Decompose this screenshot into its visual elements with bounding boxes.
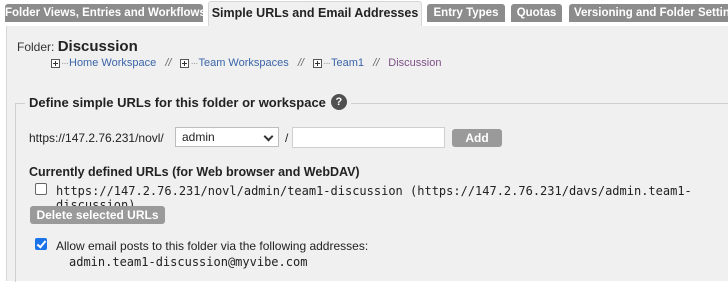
- breadcrumb-team-workspaces[interactable]: Team Workspaces: [198, 57, 288, 69]
- tab-quotas[interactable]: Quotas: [511, 4, 562, 22]
- tab-bar: Folder Views, Entries and Workflows Simp…: [0, 0, 728, 27]
- tab-entry-types[interactable]: Entry Types: [427, 4, 505, 22]
- current-urls-title: Currently defined URLs (for Web browser …: [29, 165, 360, 179]
- simple-urls-legend: Define simple URLs for this folder or wo…: [25, 94, 351, 110]
- chevron-down-icon: [263, 131, 274, 142]
- add-button[interactable]: Add: [452, 129, 502, 147]
- owner-select[interactable]: admin: [175, 127, 279, 147]
- tree-dots-icon: ···: [61, 58, 69, 69]
- breadcrumb-separator: //: [165, 57, 172, 69]
- owner-select-value: admin: [182, 130, 215, 144]
- delete-selected-urls-button[interactable]: Delete selected URLs: [30, 206, 165, 224]
- expand-icon[interactable]: [51, 58, 60, 68]
- folder-heading: Folder: Discussion: [17, 38, 138, 55]
- tab-panel: Folder: Discussion ···Home Workspace // …: [6, 26, 728, 282]
- breadcrumb-separator: //: [373, 57, 380, 69]
- url-prefix: https://147.2.76.231/novl/: [29, 131, 164, 145]
- allow-email-label: Allow email posts to this folder via the…: [56, 239, 369, 253]
- folder-label: Folder:: [17, 40, 55, 54]
- allow-email-checkbox[interactable]: [35, 238, 47, 250]
- tab-simple-urls[interactable]: Simple URLs and Email Addresses: [208, 1, 422, 27]
- tree-dots-icon: ···: [323, 58, 331, 69]
- help-icon[interactable]: ?: [330, 94, 347, 110]
- tree-dots-icon: ···: [190, 58, 198, 69]
- tab-versioning[interactable]: Versioning and Folder Settings: [569, 4, 728, 22]
- url-select-checkbox[interactable]: [35, 183, 47, 195]
- folder-name: Discussion: [57, 38, 138, 55]
- defined-url: https://147.2.76.231/novl/admin/team1-di…: [56, 184, 403, 198]
- breadcrumb-team1[interactable]: Team1: [331, 57, 364, 69]
- checkmark-icon: [36, 238, 47, 249]
- breadcrumb-separator: //: [297, 57, 304, 69]
- legend-text: Define simple URLs for this folder or wo…: [29, 94, 326, 110]
- tab-folder-views[interactable]: Folder Views, Entries and Workflows: [5, 4, 203, 22]
- breadcrumb: ···Home Workspace // ···Team Workspaces …: [51, 57, 441, 69]
- expand-icon[interactable]: [180, 58, 190, 68]
- email-address: admin.team1-discussion@myvibe.com: [69, 255, 308, 269]
- url-name-input[interactable]: [292, 127, 445, 148]
- breadcrumb-home-workspace[interactable]: Home Workspace: [69, 57, 156, 69]
- expand-icon[interactable]: [313, 58, 322, 68]
- breadcrumb-current: Discussion: [388, 57, 442, 69]
- url-slash: /: [285, 131, 289, 145]
